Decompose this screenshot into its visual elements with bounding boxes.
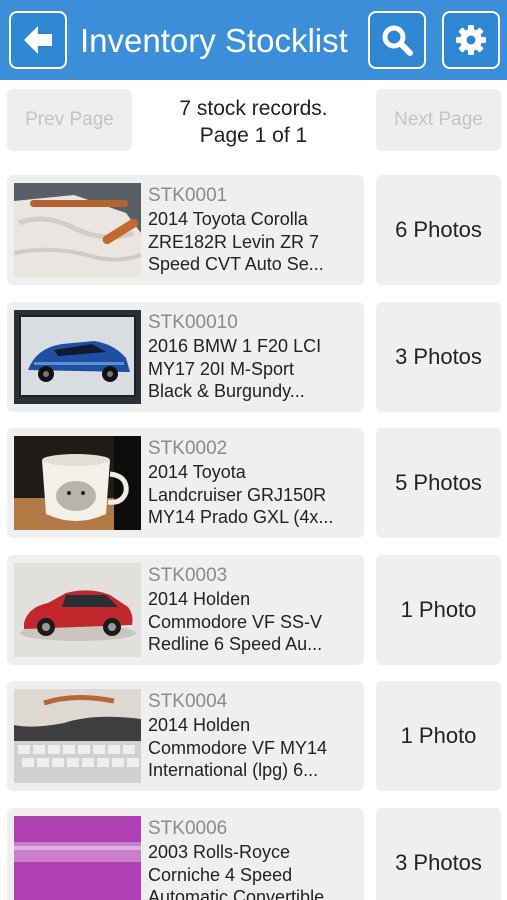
stock-record-card[interactable]: STK0003 2014 Holden Commodore VF SS-V Re… <box>7 555 364 665</box>
stock-thumbnail <box>14 436 141 530</box>
app-header: Inventory Stocklist <box>0 0 507 80</box>
page-title: Inventory Stocklist <box>80 22 348 59</box>
stock-thumbnail <box>14 183 141 277</box>
stock-list: STK0001 2014 Toyota Corolla ZRE182R Levi… <box>0 175 507 900</box>
prev-page-button[interactable]: Prev Page <box>7 89 132 151</box>
stock-thumbnail <box>14 689 141 783</box>
stock-record-card[interactable]: STK0002 2014 Toyota Landcruiser GRJ150R … <box>7 428 364 538</box>
list-item: STK00010 2016 BMW 1 F20 LCI MY17 20I M-S… <box>0 302 507 412</box>
photos-button[interactable]: 5 Photos <box>376 428 501 538</box>
list-item: STK0001 2014 Toyota Corolla ZRE182R Levi… <box>0 175 507 285</box>
stock-description: 2014 Toyota Landcruiser GRJ150R MY14 Pra… <box>148 462 334 527</box>
stock-description: 2014 Holden Commodore VF SS-V Redline 6 … <box>148 589 323 654</box>
stock-id: STK00010 <box>148 312 238 333</box>
pagination-info: 7 stock records. Page 1 of 1 <box>140 95 367 149</box>
stock-description: 2016 BMW 1 F20 LCI MY17 20I M-Sport Blac… <box>148 336 322 401</box>
stock-id: STK0004 <box>148 691 228 712</box>
stock-id: STK0001 <box>148 185 228 206</box>
list-item: STK0006 2003 Rolls-Royce Corniche 4 Spee… <box>0 808 507 900</box>
stock-thumbnail <box>14 816 141 900</box>
list-item: STK0002 2014 Toyota Landcruiser GRJ150R … <box>0 428 507 538</box>
stock-id: STK0006 <box>148 818 228 839</box>
photos-button[interactable]: 1 Photo <box>376 681 501 791</box>
page-indicator: Page 1 of 1 <box>199 124 308 147</box>
stock-description: 2014 Holden Commodore VF MY14 Internatio… <box>148 715 328 780</box>
pagination-bar: Prev Page 7 stock records. Page 1 of 1 N… <box>0 80 507 160</box>
gear-icon <box>456 25 486 55</box>
photos-button[interactable]: 1 Photo <box>376 555 501 665</box>
photos-button[interactable]: 3 Photos <box>376 808 501 900</box>
stock-description: 2014 Toyota Corolla ZRE182R Levin ZR 7 S… <box>148 209 324 274</box>
settings-button[interactable] <box>442 11 500 69</box>
stock-thumbnail <box>14 310 141 404</box>
search-icon <box>382 25 413 56</box>
stock-thumbnail <box>14 563 141 657</box>
stock-record-card[interactable]: STK0001 2014 Toyota Corolla ZRE182R Levi… <box>7 175 364 285</box>
list-item: STK0003 2014 Holden Commodore VF SS-V Re… <box>0 555 507 665</box>
search-button[interactable] <box>368 11 426 69</box>
photos-button[interactable]: 6 Photos <box>376 175 501 285</box>
photos-button[interactable]: 3 Photos <box>376 302 501 412</box>
list-item: STK0004 2014 Holden Commodore VF MY14 In… <box>0 681 507 791</box>
back-button[interactable] <box>9 11 67 69</box>
stock-description: 2003 Rolls-Royce Corniche 4 Speed Automa… <box>148 842 325 900</box>
stock-id: STK0002 <box>148 438 228 459</box>
stock-record-card[interactable]: STK0006 2003 Rolls-Royce Corniche 4 Spee… <box>7 808 364 900</box>
stock-record-card[interactable]: STK0004 2014 Holden Commodore VF MY14 In… <box>7 681 364 791</box>
arrow-left-icon <box>24 26 52 54</box>
next-page-button[interactable]: Next Page <box>376 89 501 151</box>
record-count: 7 stock records. <box>179 97 328 120</box>
stock-record-card[interactable]: STK00010 2016 BMW 1 F20 LCI MY17 20I M-S… <box>7 302 364 412</box>
stock-id: STK0003 <box>148 565 228 586</box>
